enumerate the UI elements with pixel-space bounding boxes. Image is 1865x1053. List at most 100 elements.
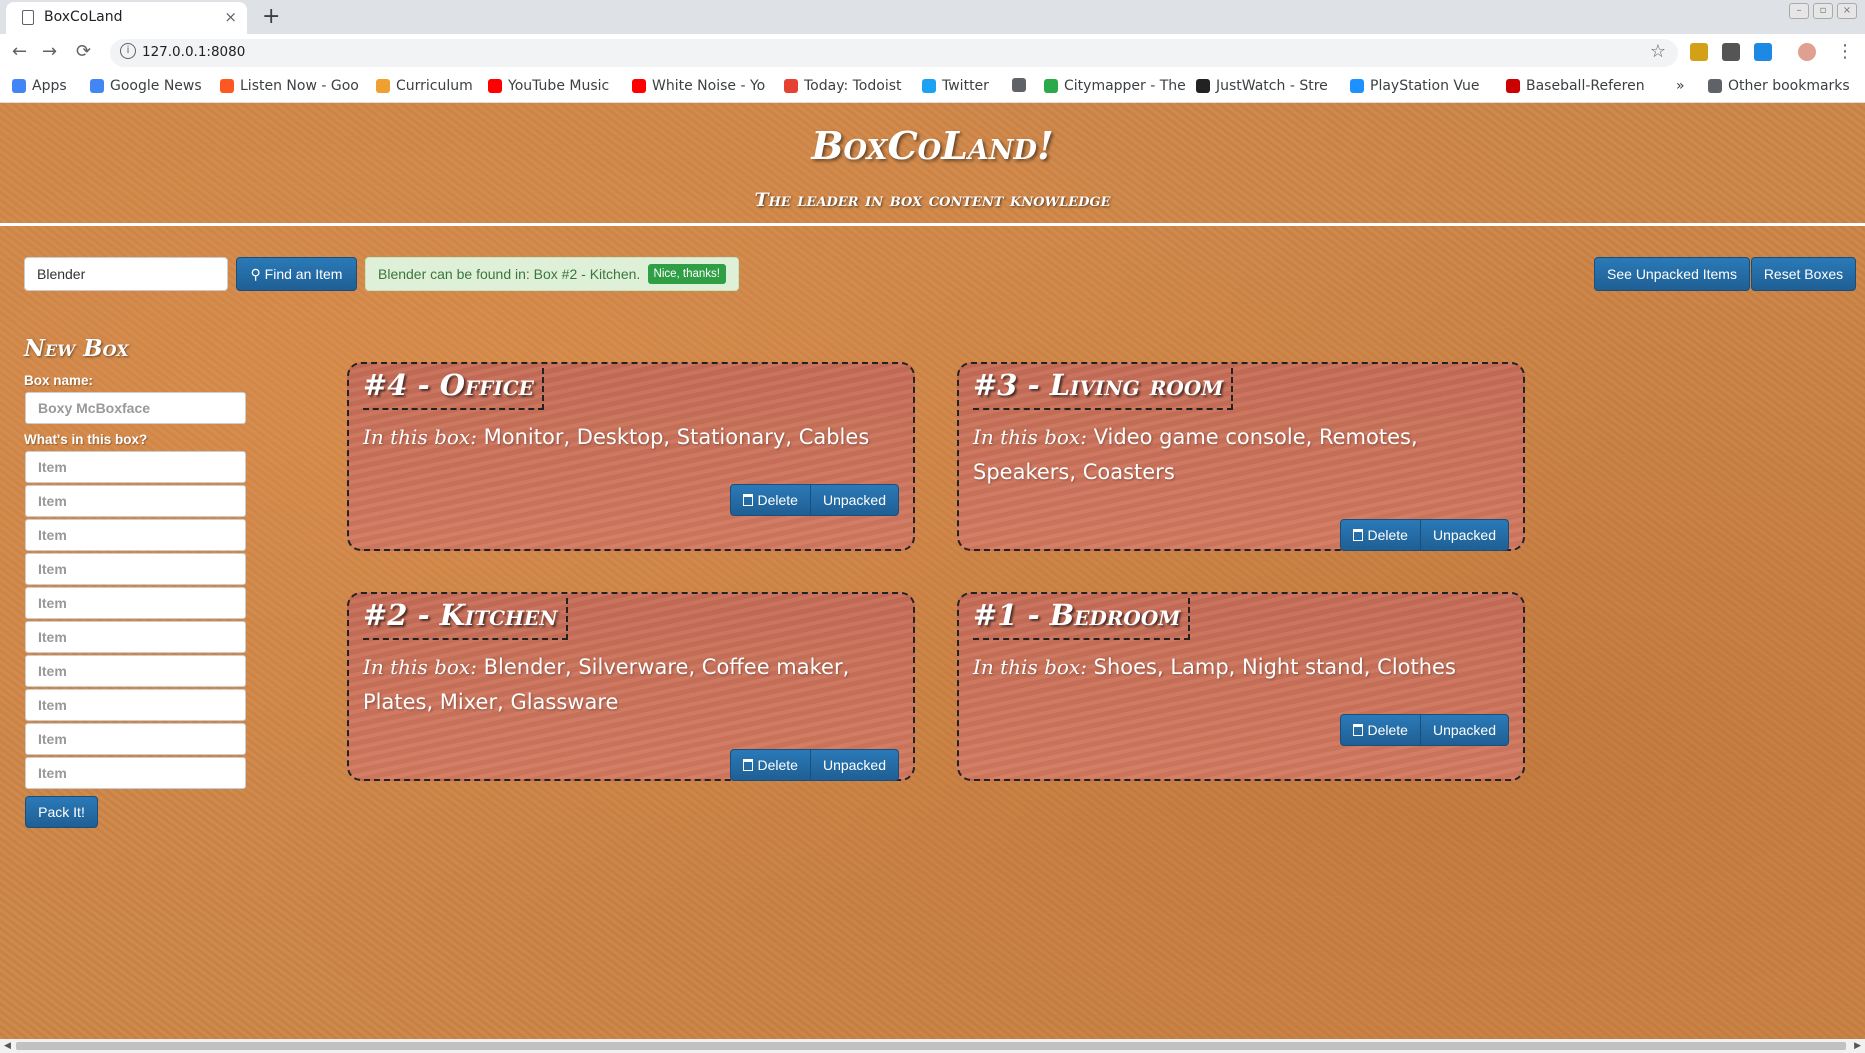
dismiss-alert-button[interactable]: Nice, thanks! xyxy=(647,264,726,284)
bookmark-item[interactable]: Listen Now - Goo xyxy=(220,78,359,94)
new-box-heading: New Box xyxy=(24,335,129,362)
browser-menu-icon[interactable]: ⋮ xyxy=(1836,41,1854,62)
contents-label: What's in this box? xyxy=(24,432,148,447)
bookmark-item[interactable]: Apps xyxy=(12,78,67,94)
maximize-window-button[interactable]: ▫ xyxy=(1813,3,1833,19)
scrollbar-thumb[interactable] xyxy=(16,1042,1846,1050)
site-info-icon[interactable]: i xyxy=(120,43,136,59)
other-bookmarks-folder[interactable]: Other bookmarks xyxy=(1708,78,1850,94)
bookmarks-overflow-button[interactable]: » xyxy=(1676,78,1685,94)
item-input[interactable]: Item xyxy=(25,621,246,653)
extension-window-icon[interactable] xyxy=(1754,43,1772,61)
unpacked-box-button[interactable]: Unpacked xyxy=(1420,519,1509,551)
address-bar[interactable]: i 127.0.0.1:8080 ☆ xyxy=(110,39,1678,67)
item-input[interactable]: Item xyxy=(25,485,246,517)
other-bookmarks-label: Other bookmarks xyxy=(1728,78,1850,94)
extension-shield-icon[interactable] xyxy=(1722,43,1740,61)
bookmark-label: PlayStation Vue xyxy=(1370,78,1480,94)
bookmark-item[interactable]: Today: Todoist xyxy=(784,78,902,94)
bookmark-label: Curriculum xyxy=(396,78,473,94)
bookmark-item[interactable]: JustWatch - Stre xyxy=(1196,78,1328,94)
browser-tab[interactable]: BoxCoLand × xyxy=(6,2,247,34)
close-tab-icon[interactable]: × xyxy=(224,8,237,26)
horizontal-scrollbar[interactable]: ◀ ▶ xyxy=(0,1039,1865,1053)
box-contents-prefix: In this box: xyxy=(973,655,1087,679)
profile-avatar[interactable] xyxy=(1798,43,1816,61)
browser-tab-bar: BoxCoLand × + – ▫ × xyxy=(0,0,1865,34)
bookmark-star-icon[interactable]: ☆ xyxy=(1650,41,1666,62)
search-result-text: Blender can be found in: Box #2 - Kitche… xyxy=(378,266,641,282)
box-title: #2 - Kitchen xyxy=(363,598,568,640)
box-title: #3 - Living room xyxy=(973,368,1234,410)
bookmark-item[interactable]: PlayStation Vue xyxy=(1350,78,1480,94)
delete-box-button[interactable]: Delete xyxy=(1340,714,1421,746)
box-actions: Delete Unpacked xyxy=(1340,519,1509,551)
bookmark-favicon-icon xyxy=(488,79,502,93)
bookmark-item[interactable]: YouTube Music xyxy=(488,78,609,94)
item-input[interactable]: Item xyxy=(25,723,246,755)
search-result-alert: Blender can be found in: Box #2 - Kitche… xyxy=(365,257,739,291)
item-input[interactable]: Item xyxy=(25,451,246,483)
scroll-left-icon[interactable]: ◀ xyxy=(4,1039,11,1053)
bookmark-item[interactable]: Curriculum xyxy=(376,78,473,94)
bookmark-favicon-icon xyxy=(1044,79,1058,93)
bookmark-item[interactable] xyxy=(1012,78,1032,92)
bookmark-favicon-icon xyxy=(1196,79,1210,93)
bookmark-favicon-icon xyxy=(1012,78,1026,92)
bookmark-label: Baseball-Referen xyxy=(1526,78,1645,94)
delete-box-button[interactable]: Delete xyxy=(730,749,811,781)
see-unpacked-button[interactable]: See Unpacked Items xyxy=(1594,257,1750,291)
delete-box-button[interactable]: Delete xyxy=(730,484,811,516)
reset-boxes-button[interactable]: Reset Boxes xyxy=(1751,257,1856,291)
box-title: #4 - Office xyxy=(363,368,544,410)
bookmark-favicon-icon xyxy=(12,79,26,93)
box-card: #2 - Kitchen In this box: Blender, Silver… xyxy=(347,592,915,781)
search-input[interactable]: Blender xyxy=(24,257,228,291)
item-input[interactable]: Item xyxy=(25,655,246,687)
box-contents: In this box: Shoes, Lamp, Night stand, C… xyxy=(973,650,1513,685)
bookmark-item[interactable]: Google News xyxy=(90,78,202,94)
bookmark-label: Citymapper - The xyxy=(1064,78,1186,94)
unpacked-box-button[interactable]: Unpacked xyxy=(1420,714,1509,746)
bookmark-item[interactable]: Twitter xyxy=(922,78,989,94)
bookmark-item[interactable]: Citymapper - The xyxy=(1044,78,1186,94)
extension-js-icon[interactable] xyxy=(1690,43,1708,61)
item-input[interactable]: Item xyxy=(25,689,246,721)
find-item-button[interactable]: ⚲ Find an Item xyxy=(236,257,357,291)
scroll-right-icon[interactable]: ▶ xyxy=(1854,1039,1861,1053)
forward-button[interactable]: → xyxy=(42,41,57,62)
box-name-input[interactable]: Boxy McBoxface xyxy=(25,392,246,424)
tab-title: BoxCoLand xyxy=(44,9,123,25)
bookmark-favicon-icon xyxy=(1350,79,1364,93)
minimize-window-button[interactable]: – xyxy=(1789,3,1809,19)
reload-button[interactable]: ⟳ xyxy=(76,41,91,62)
back-button[interactable]: ← xyxy=(12,41,27,62)
box-card: #1 - Bedroom In this box: Shoes, Lamp, Ni… xyxy=(957,592,1525,781)
trash-icon xyxy=(1353,724,1364,736)
item-input[interactable]: Item xyxy=(25,757,246,789)
box-name-label: Box name: xyxy=(24,373,94,388)
item-input[interactable]: Item xyxy=(25,519,246,551)
item-input[interactable]: Item xyxy=(25,553,246,585)
unpacked-box-button[interactable]: Unpacked xyxy=(810,484,899,516)
box-actions: Delete Unpacked xyxy=(1340,714,1509,746)
box-contents: In this box: Monitor, Desktop, Stationar… xyxy=(363,420,903,455)
bookmark-favicon-icon xyxy=(632,79,646,93)
bookmark-item[interactable]: White Noise - Yo xyxy=(632,78,765,94)
bookmark-favicon-icon xyxy=(784,79,798,93)
pack-it-button[interactable]: Pack It! xyxy=(25,796,98,828)
bookmark-label: Listen Now - Goo xyxy=(240,78,359,94)
unpacked-box-button[interactable]: Unpacked xyxy=(810,749,899,781)
delete-box-button[interactable]: Delete xyxy=(1340,519,1421,551)
new-tab-button[interactable]: + xyxy=(262,4,280,29)
box-contents-prefix: In this box: xyxy=(973,425,1087,449)
url-text[interactable]: 127.0.0.1:8080 xyxy=(142,44,245,60)
delete-label: Delete xyxy=(1367,722,1408,738)
close-window-button[interactable]: × xyxy=(1837,3,1857,19)
folder-icon xyxy=(1708,79,1722,93)
search-icon: ⚲ xyxy=(250,266,261,282)
item-input[interactable]: Item xyxy=(25,587,246,619)
bookmark-label: YouTube Music xyxy=(508,78,610,94)
box-card: #4 - Office In this box: Monitor, Desktop… xyxy=(347,362,915,551)
bookmark-item[interactable]: Baseball-Referen xyxy=(1506,78,1645,94)
